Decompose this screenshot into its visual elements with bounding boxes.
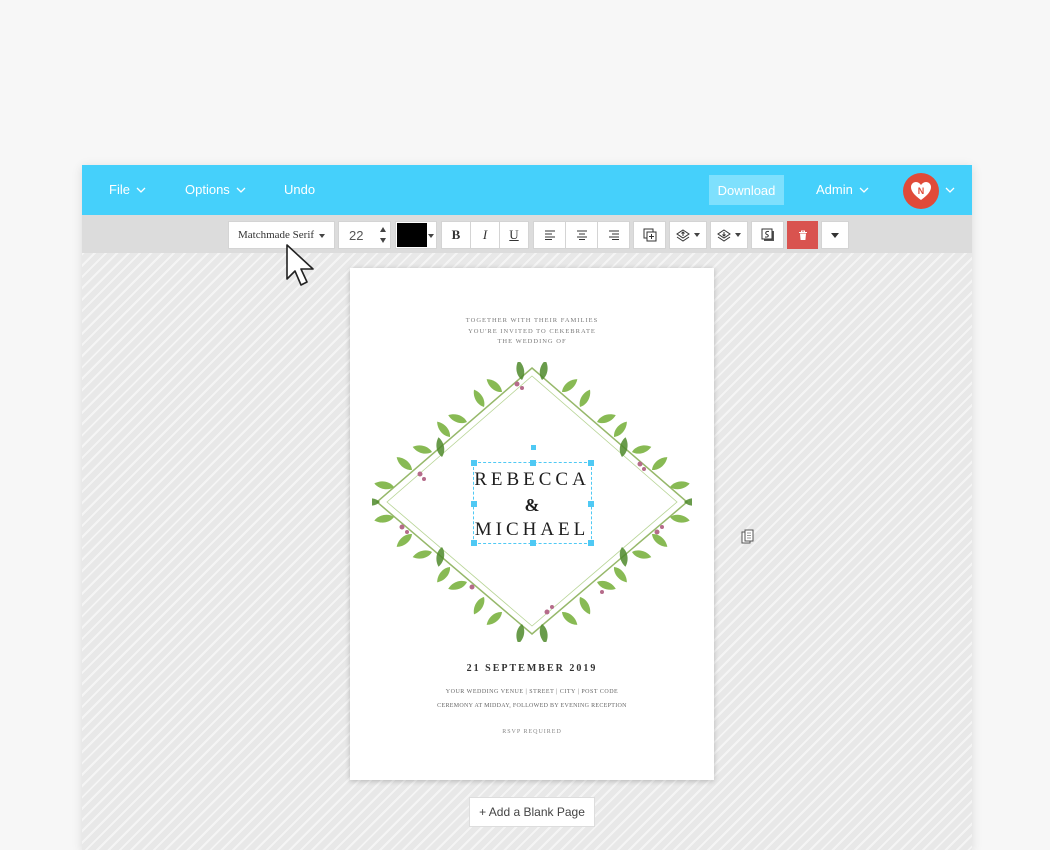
italic-button[interactable]: I [470,221,500,249]
invitation-page[interactable]: TOGETHER WITH THEIR FAMILIES YOU'RE INVI… [350,268,714,780]
intro-line: THE WEDDING OF [497,338,567,345]
undo-button[interactable]: Undo [284,165,315,215]
caret-down-icon [428,234,434,238]
caret-down-icon [735,233,741,237]
top-menu-bar: File Options Undo Download Admin N [82,165,972,215]
ceremony-text[interactable]: CEREMONY AT MIDDAY, FOLLOWED BY EVENING … [350,703,714,709]
intro-text[interactable]: TOGETHER WITH THEIR FAMILIES YOU'RE INVI… [350,316,714,348]
chevron-down-icon [859,187,869,193]
underline-button[interactable]: U [499,221,529,249]
color-swatch [397,223,427,247]
align-right-button[interactable] [597,221,630,249]
download-button[interactable]: Download [709,175,784,205]
undo-label: Undo [284,182,316,197]
options-menu-label: Options [185,182,230,197]
delete-button[interactable] [787,221,818,249]
stepper-arrows-icon[interactable] [379,226,387,244]
layer-up-icon [676,229,690,242]
align-right-icon [608,230,619,240]
add-blank-page-button[interactable]: + Add a Blank Page [469,797,595,827]
resize-handle[interactable] [588,501,594,507]
shadow-button[interactable] [751,221,784,249]
text-color-picker[interactable] [395,221,437,249]
caret-down-icon [319,234,325,238]
bring-forward-button[interactable] [669,221,707,249]
font-size-value: 22 [349,227,364,243]
resize-handle[interactable] [530,540,536,546]
resize-handle[interactable] [471,460,477,466]
chevron-down-icon [236,187,246,193]
align-center-button[interactable] [565,221,598,249]
align-left-button[interactable] [533,221,566,249]
resize-handle[interactable] [471,540,477,546]
resize-handle[interactable] [471,501,477,507]
copy-page-icon[interactable] [741,529,755,545]
intro-line: TOGETHER WITH THEIR FAMILIES [465,317,599,324]
bold-button[interactable]: B [441,221,471,249]
shadow-icon [761,228,774,241]
editor-window: File Options Undo Download Admin N Match… [82,165,972,850]
send-backward-button[interactable] [710,221,748,249]
intro-line: YOU'RE INVITED TO CEKEBRATE [468,327,596,335]
chevron-down-icon[interactable] [945,185,955,195]
rsvp-text[interactable]: RSVP REQUIRED [350,729,714,735]
align-center-icon [576,230,587,240]
caret-down-icon [831,232,839,238]
admin-menu-label: Admin [816,182,853,197]
duplicate-icon [643,228,656,242]
admin-menu[interactable]: Admin [816,165,869,215]
resize-handle[interactable] [588,460,594,466]
duplicate-button[interactable] [633,221,666,249]
font-size-stepper[interactable]: 22 [338,221,391,249]
trash-icon [798,230,807,240]
avatar-letter: N [918,186,925,196]
layer-down-icon [717,229,731,242]
chevron-down-icon [136,187,146,193]
options-menu[interactable]: Options [185,165,246,215]
user-avatar[interactable]: N [903,173,939,209]
venue-text[interactable]: YOUR WEDDING VENUE | STREET | CITY | POS… [350,689,714,695]
heart-logo-icon: N [911,182,931,200]
align-left-icon [544,230,555,240]
rotate-handle[interactable] [531,445,536,450]
format-toolbar: Matchmade Serif 22 B I U [82,215,972,253]
resize-handle[interactable] [588,540,594,546]
resize-handle[interactable] [530,460,536,466]
file-menu[interactable]: File [109,165,146,215]
canvas-workspace: TOGETHER WITH THEIR FAMILIES YOU'RE INVI… [82,253,972,850]
file-menu-label: File [109,182,130,197]
selection-box[interactable] [471,445,594,546]
more-options-button[interactable] [821,221,849,249]
wedding-date-text[interactable]: 21 SEPTEMBER 2019 [350,663,714,674]
font-family-value: Matchmade Serif [238,229,315,241]
caret-down-icon [694,233,700,237]
mouse-pointer-icon [286,244,314,286]
